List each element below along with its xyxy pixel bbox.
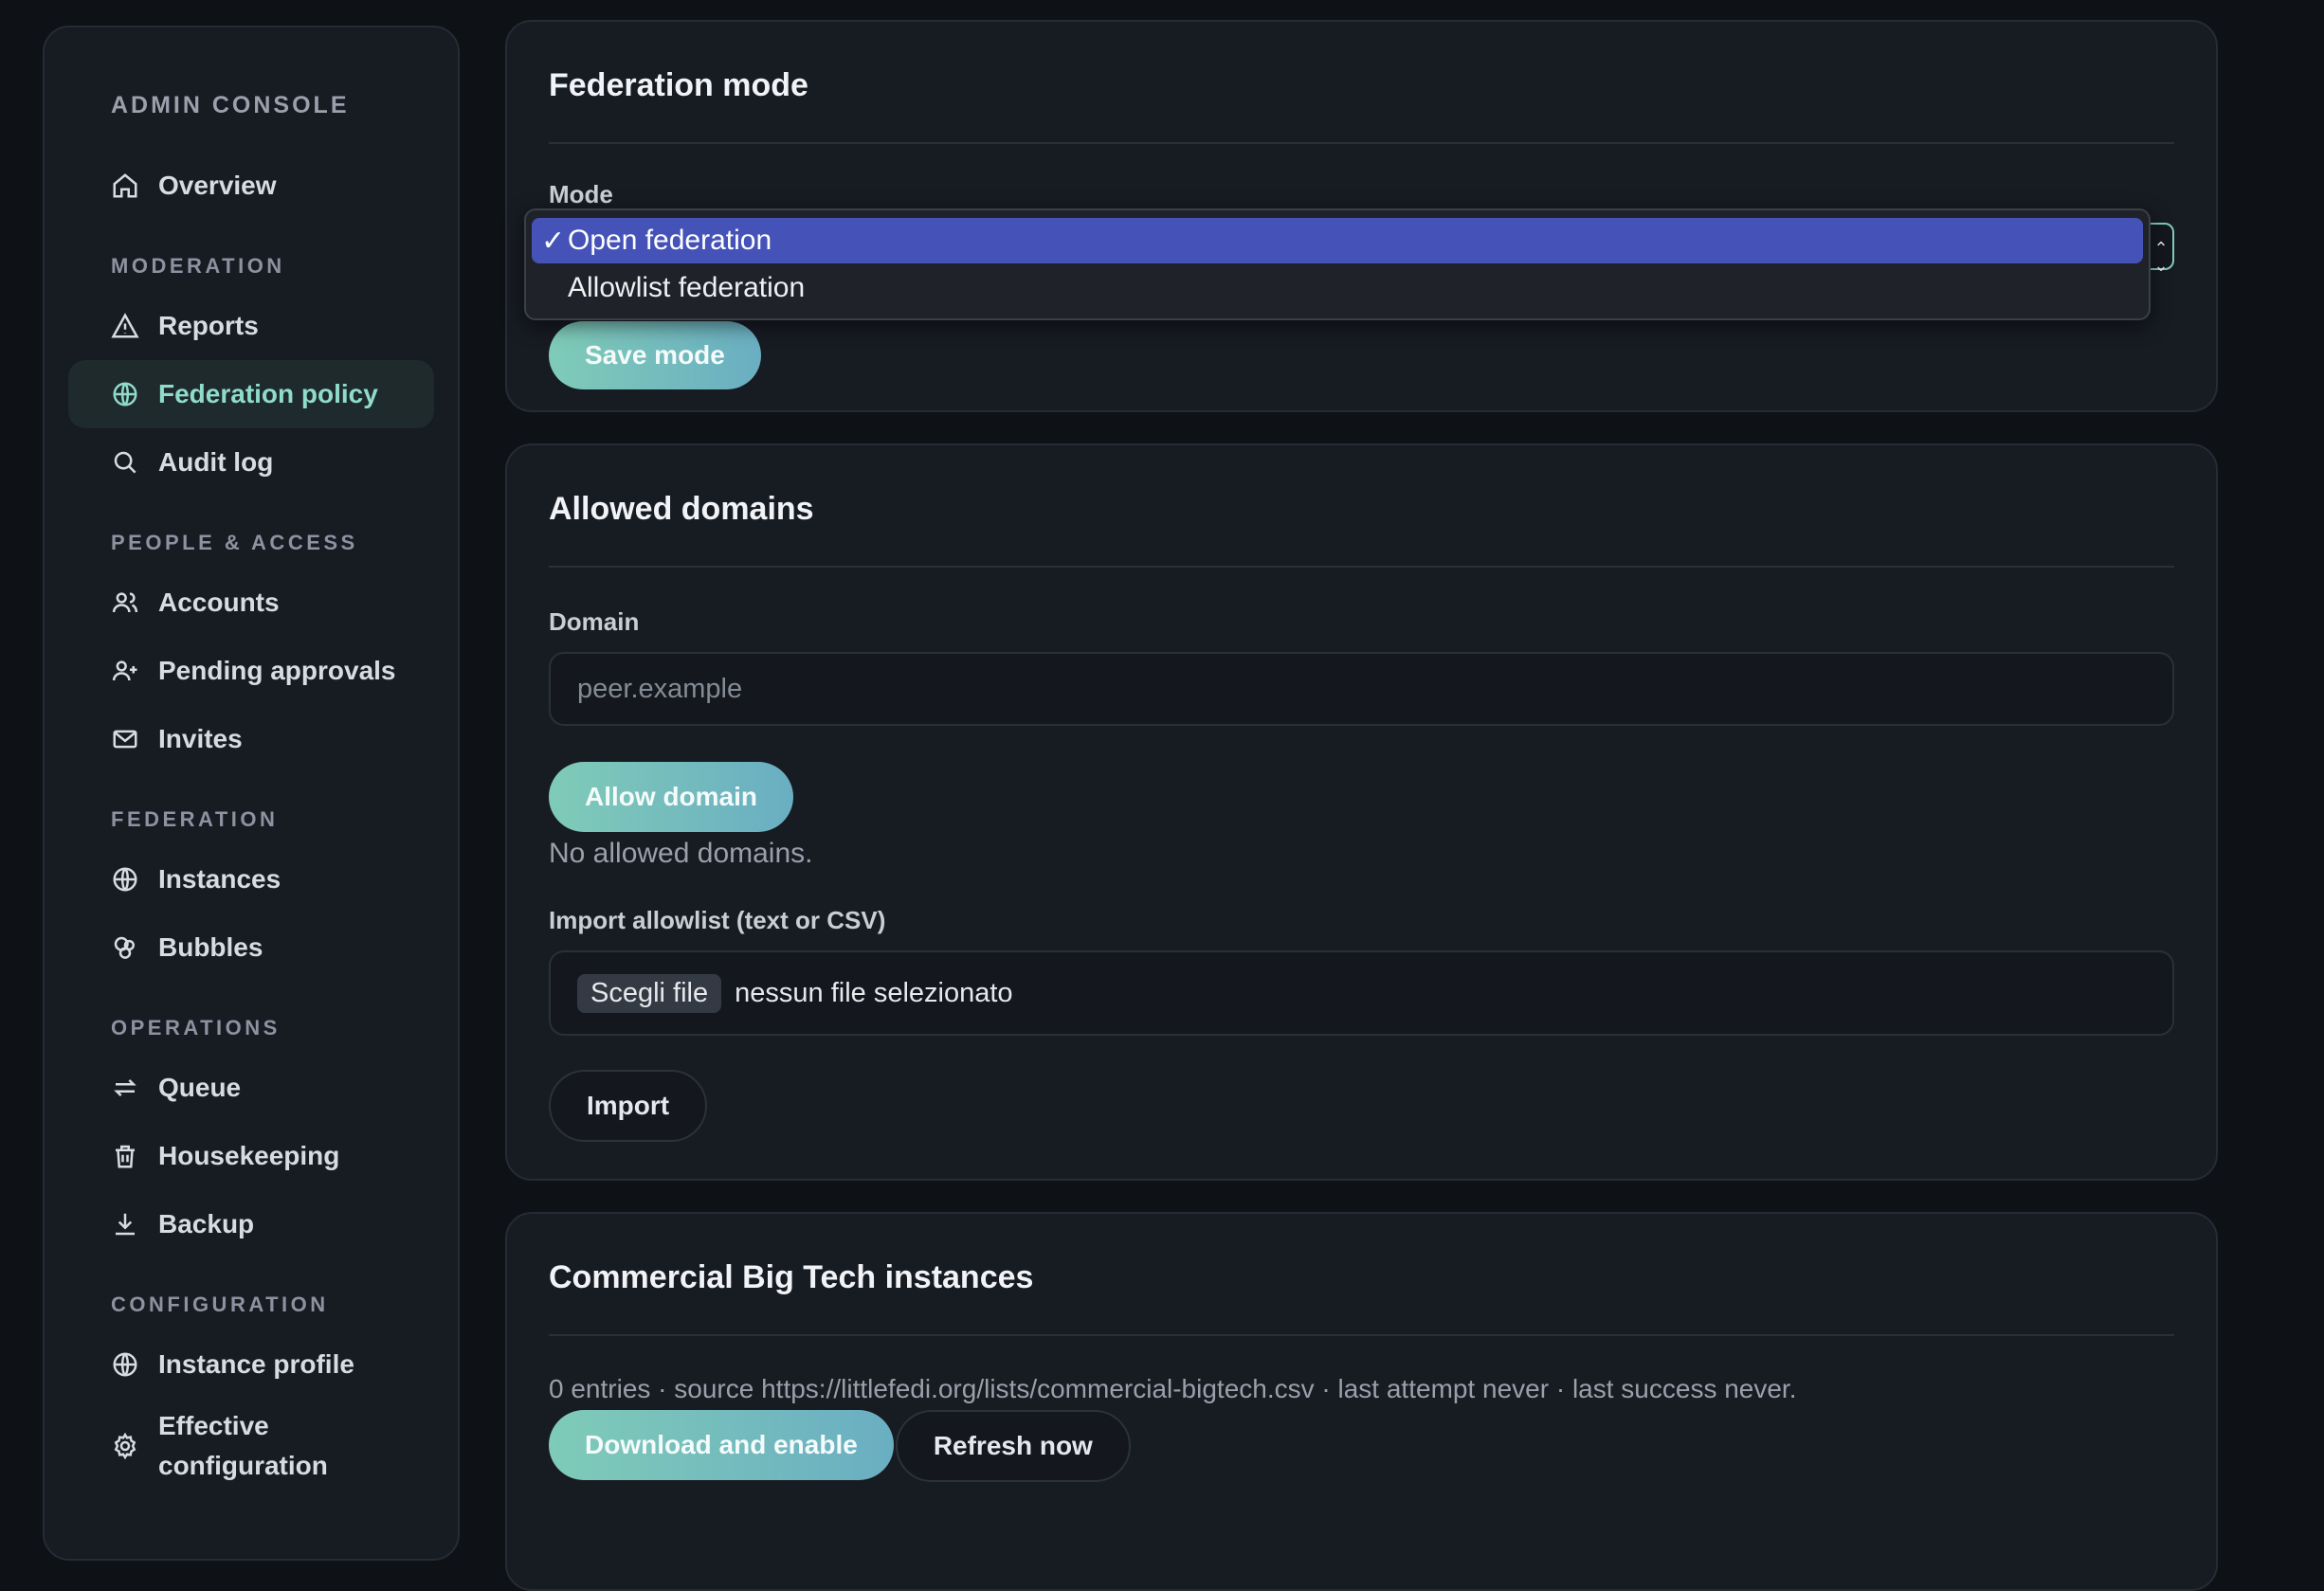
sidebar-item-instances[interactable]: Instances <box>68 845 434 913</box>
mode-option-allowlist-federation[interactable]: Allowlist federation <box>532 265 2143 311</box>
sidebar-item-bubbles[interactable]: Bubbles <box>68 913 434 982</box>
option-label: Allowlist federation <box>568 272 806 303</box>
choose-file-button[interactable]: Scegli file <box>577 973 722 1013</box>
user-plus-icon <box>111 657 139 685</box>
option-label: Open federation <box>568 225 772 256</box>
mode-option-open-federation[interactable]: ✓ Open federation <box>532 218 2143 263</box>
sidebar-item-pending-approvals[interactable]: Pending approvals <box>68 637 434 705</box>
allowlist-file-input[interactable]: Scegli file nessun file selezionato <box>549 950 2174 1036</box>
sidebar-item-label: Effective configuration <box>158 1411 328 1480</box>
sidebar-item-label: Housekeeping <box>158 1141 340 1170</box>
save-mode-button[interactable]: Save mode <box>549 321 761 389</box>
domain-input[interactable] <box>549 652 2174 726</box>
download-icon <box>111 1210 139 1238</box>
mail-icon <box>111 725 139 753</box>
users-icon <box>111 588 139 617</box>
bubbles-icon <box>111 933 139 962</box>
allow-domain-button[interactable]: Allow domain <box>549 762 793 832</box>
sidebar-item-label: Overview <box>158 171 277 200</box>
sidebar-item-housekeeping[interactable]: Housekeeping <box>68 1122 434 1190</box>
import-button[interactable]: Import <box>549 1070 708 1142</box>
section-title-people: PEOPLE & ACCESS <box>111 531 358 554</box>
import-label: Import allowlist (text or CSV) <box>549 906 886 934</box>
sidebar-item-accounts[interactable]: Accounts <box>68 569 434 637</box>
sidebar-item-effective-configuration[interactable]: Effective configuration <box>68 1399 434 1493</box>
section-title-moderation: MODERATION <box>111 254 285 278</box>
bigtech-status-text: 0 entries · source https://littlefedi.or… <box>549 1374 1797 1403</box>
sidebar-item-invites[interactable]: Invites <box>68 705 434 773</box>
check-icon: ✓ <box>541 225 566 257</box>
globe-icon <box>111 1350 139 1379</box>
card-title: Commercial Big Tech instances <box>549 1214 2174 1336</box>
allowed-domains-card: Allowed domains Domain Allow domain No a… <box>505 443 2218 1181</box>
sidebar-item-label: Pending approvals <box>158 656 396 685</box>
sidebar-item-overview[interactable]: Overview <box>68 152 434 220</box>
gear-icon <box>111 1432 139 1460</box>
mode-label: Mode <box>549 180 613 208</box>
home-icon <box>111 172 139 200</box>
domain-label: Domain <box>549 607 640 636</box>
sidebar-item-instance-profile[interactable]: Instance profile <box>68 1330 434 1399</box>
sidebar-item-audit-log[interactable]: Audit log <box>68 428 434 497</box>
warning-icon <box>111 312 139 340</box>
sidebar-item-label: Invites <box>158 724 243 753</box>
sidebar-item-backup[interactable]: Backup <box>68 1190 434 1258</box>
sidebar-item-label: Reports <box>158 311 259 340</box>
card-title: Allowed domains <box>549 445 2174 568</box>
sidebar-item-label: Federation policy <box>158 379 378 408</box>
refresh-now-button[interactable]: Refresh now <box>895 1410 1131 1482</box>
sidebar-brand: ADMIN CONSOLE <box>111 92 350 118</box>
bigtech-actions: Download and enable Refresh now <box>549 1410 2174 1482</box>
file-status: nessun file selezionato <box>735 977 1013 1008</box>
download-enable-button[interactable]: Download and enable <box>549 1410 894 1480</box>
sidebar-item-queue[interactable]: Queue <box>68 1054 434 1122</box>
repeat-icon <box>111 1074 139 1102</box>
sidebar-item-label: Instance profile <box>158 1349 354 1379</box>
select-arrows-icon: ⌃ ⌄ <box>2153 239 2169 275</box>
sidebar-item-federation-policy[interactable]: Federation policy <box>68 360 434 428</box>
globe-icon <box>111 865 139 894</box>
section-title-operations: OPERATIONS <box>111 1016 281 1040</box>
trash-icon <box>111 1142 139 1170</box>
empty-state-text: No allowed domains. <box>549 838 813 869</box>
card-title: Federation mode <box>549 22 2174 144</box>
globe-icon <box>111 380 139 408</box>
sidebar-item-label: Queue <box>158 1073 242 1102</box>
mode-dropdown-menu: ✓ Open federation Allowlist federation <box>524 208 2151 320</box>
sidebar-item-label: Backup <box>158 1209 255 1238</box>
bigtech-instances-card: Commercial Big Tech instances 0 entries … <box>505 1212 2218 1591</box>
section-title-federation: FEDERATION <box>111 807 279 831</box>
sidebar-item-label: Instances <box>158 864 281 894</box>
sidebar: ADMIN CONSOLE Overview MODERATION Report… <box>43 26 460 1561</box>
sidebar-item-label: Accounts <box>158 588 280 617</box>
section-title-configuration: CONFIGURATION <box>111 1293 329 1316</box>
sidebar-item-label: Audit log <box>158 447 274 477</box>
sidebar-item-reports[interactable]: Reports <box>68 292 434 360</box>
sidebar-item-label: Bubbles <box>158 932 263 962</box>
search-icon <box>111 448 139 477</box>
